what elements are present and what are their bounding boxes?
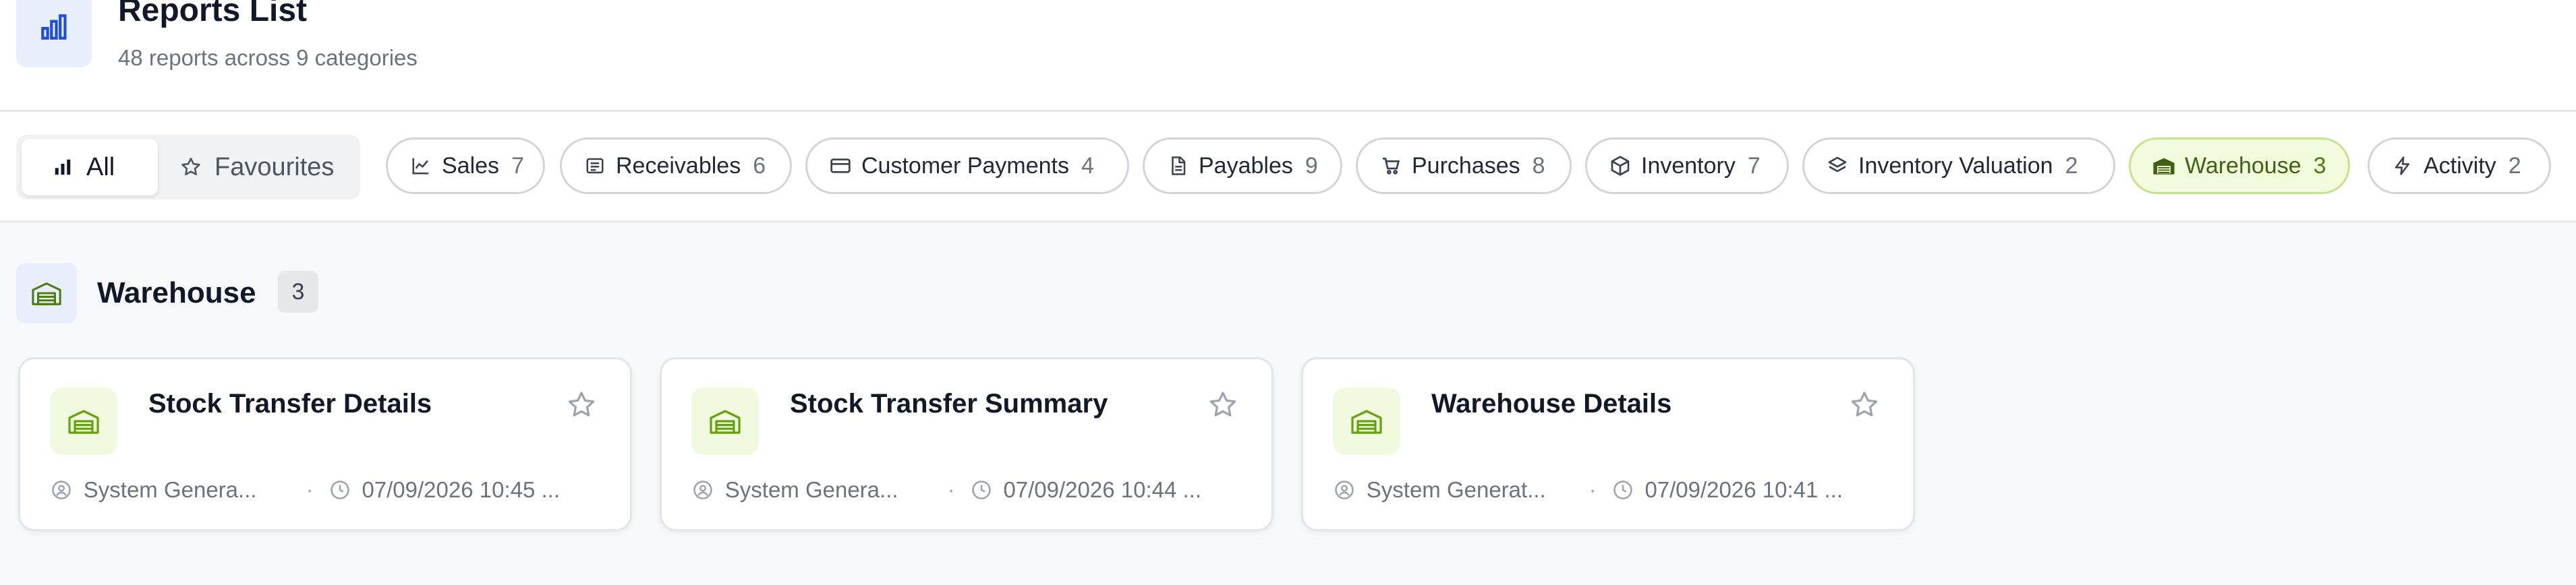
- all-reports-button[interactable]: All: [22, 139, 158, 195]
- favourite-star-icon[interactable]: [1848, 389, 1881, 421]
- category-count: 8: [1532, 152, 1545, 179]
- category-count: 7: [511, 152, 524, 179]
- category-label: Inventory: [1641, 152, 1736, 179]
- report-card[interactable]: Stock Transfer Details System Genera... …: [18, 357, 632, 531]
- warehouse-icon: [50, 388, 117, 455]
- report-card[interactable]: Warehouse Details System Generat... · 07…: [1301, 357, 1915, 531]
- clock-icon: [1611, 479, 1634, 501]
- category-chip-payables[interactable]: Payables 9: [1143, 137, 1342, 194]
- page-title: Reports List: [118, 0, 308, 28]
- category-count: 2: [2508, 152, 2521, 179]
- layers-icon: [1826, 154, 1849, 177]
- warehouse-icon: [1333, 388, 1400, 455]
- category-count: 4: [1081, 152, 1094, 179]
- bar-chart-icon: [51, 156, 74, 179]
- user-circle-icon: [691, 479, 714, 501]
- report-meta: System Generat... · 07/09/2026 10:41 ...: [1333, 474, 1886, 506]
- warehouse-icon: [16, 263, 77, 324]
- category-chip-receivables[interactable]: Receivables 6: [560, 137, 792, 194]
- credit-card-icon: [829, 154, 852, 177]
- category-label: Payables: [1199, 152, 1293, 179]
- report-card[interactable]: Stock Transfer Summary System Genera... …: [660, 357, 1273, 531]
- lightning-icon: [2391, 154, 2414, 177]
- clock-icon: [970, 479, 993, 501]
- category-count: 6: [753, 152, 766, 179]
- category-chip-activity[interactable]: Activity 2: [2368, 137, 2551, 194]
- meta-separator: ·: [1588, 477, 1597, 502]
- category-label: Sales: [442, 152, 500, 179]
- category-label: Customer Payments: [861, 152, 1069, 179]
- report-title: Stock Transfer Summary: [790, 389, 1108, 419]
- report-meta: System Genera... · 07/09/2026 10:45 ...: [50, 474, 603, 506]
- user-circle-icon: [50, 479, 73, 501]
- meta-separator: ·: [306, 477, 314, 502]
- view-toggle: All Favourites: [16, 135, 360, 199]
- category-chip-inventory-valuation[interactable]: Inventory Valuation 2: [1802, 137, 2115, 194]
- section-title: Warehouse: [97, 276, 256, 309]
- report-author: System Generat...: [1366, 477, 1546, 502]
- category-label: Purchases: [1412, 152, 1520, 179]
- favourites-label: Favourites: [214, 152, 335, 181]
- section-count-badge: 3: [278, 271, 318, 313]
- favourite-star-icon[interactable]: [565, 389, 598, 421]
- cart-icon: [1379, 154, 1402, 177]
- report-date: 07/09/2026 10:41 ...: [1644, 477, 1843, 502]
- warehouse-icon: [2152, 154, 2175, 177]
- meta-separator: ·: [947, 477, 955, 502]
- category-label: Inventory Valuation: [1858, 152, 2053, 179]
- favourites-button[interactable]: Favourites: [166, 139, 356, 195]
- report-title: Stock Transfer Details: [148, 389, 432, 419]
- category-count: 7: [1747, 152, 1761, 179]
- box-icon: [1609, 154, 1632, 177]
- category-chip-sales[interactable]: Sales 7: [386, 137, 545, 194]
- receipt-icon: [583, 154, 606, 177]
- report-author: System Genera...: [83, 477, 257, 502]
- page-header: Reports List 48 reports across 9 categor…: [0, 0, 2576, 112]
- report-date: 07/09/2026 10:45 ...: [362, 477, 561, 502]
- report-meta: System Genera... · 07/09/2026 10:44 ...: [691, 474, 1244, 506]
- category-chip-purchases[interactable]: Purchases 8: [1356, 137, 1572, 194]
- warehouse-icon: [691, 388, 759, 455]
- category-chip-warehouse[interactable]: Warehouse 3: [2129, 137, 2350, 194]
- category-count: 2: [2065, 152, 2078, 179]
- line-chart-icon: [409, 154, 432, 177]
- category-chip-customer-payments[interactable]: Customer Payments 4: [805, 137, 1129, 194]
- category-count: 3: [2313, 152, 2326, 179]
- clock-icon: [328, 479, 351, 501]
- category-label: Warehouse: [2185, 152, 2301, 179]
- user-circle-icon: [1333, 479, 1356, 501]
- page-subtitle: 48 reports across 9 categories: [118, 45, 418, 70]
- favourite-star-icon[interactable]: [1207, 389, 1239, 421]
- document-icon: [1166, 154, 1189, 177]
- report-date: 07/09/2026 10:44 ...: [1003, 477, 1202, 502]
- report-author: System Genera...: [724, 477, 898, 502]
- all-label: All: [86, 152, 115, 181]
- category-label: Receivables: [616, 152, 741, 179]
- reports-list-page: Reports List 48 reports across 9 categor…: [0, 0, 2576, 585]
- category-chip-inventory[interactable]: Inventory 7: [1585, 137, 1789, 194]
- category-label: Activity: [2424, 152, 2496, 179]
- category-count: 9: [1305, 152, 1318, 179]
- bar-chart-icon: [16, 0, 92, 67]
- filter-bar: All Favourites Sales 7 Receivables 6 Cus…: [0, 112, 2576, 222]
- report-title: Warehouse Details: [1431, 389, 1672, 419]
- star-icon: [179, 156, 202, 179]
